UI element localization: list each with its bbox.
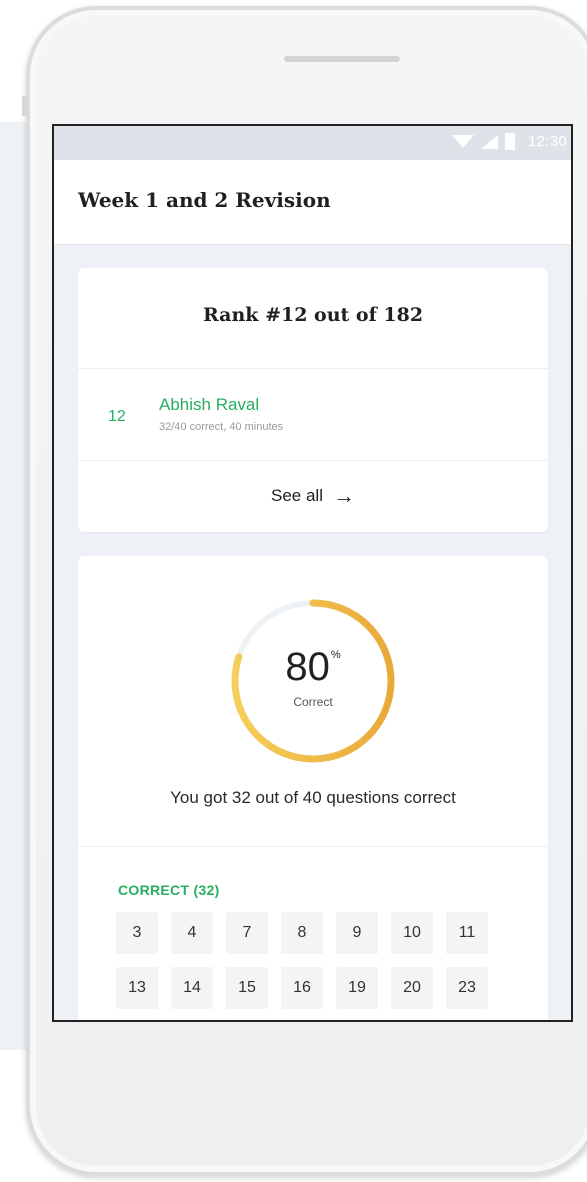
question-cell[interactable]: 14 [171,967,213,1009]
rank-card: Rank #12 out of 182 12 Abhish Raval 32/4… [78,268,548,532]
entry-name: Abhish Raval [159,395,260,414]
question-cell[interactable]: 23 [446,967,488,1009]
page-title: Week 1 and 2 Revision [78,188,331,212]
question-cell[interactable]: 13 [116,967,158,1009]
rank-title: Rank #12 out of 182 [202,304,424,326]
score-card: 80 % Correct You got 32 out of 40 questi… [78,556,548,1020]
speaker-grille [284,56,400,62]
percent-row: 80 % [285,647,340,687]
question-cell[interactable]: 15 [226,967,268,1009]
ring-center: 80 % Correct [228,596,398,766]
phone-side-button [22,96,27,116]
signal-icon [480,134,498,149]
battery-icon [504,133,515,150]
see-all-label: See all [271,486,323,505]
leaderboard-entry[interactable]: 12 Abhish Raval 32/40 correct, 40 minute… [78,368,548,460]
question-cell[interactable]: 8 [281,912,323,954]
question-cell[interactable]: 19 [336,967,378,1009]
correct-question-grid: 347891011131415161920232526272930 [116,912,496,1020]
arrow-right-icon: → [332,483,355,508]
question-cell[interactable]: 9 [336,912,378,954]
divider [78,846,548,847]
score-ring: 80 % Correct [228,596,398,766]
question-cell[interactable]: 16 [281,967,323,1009]
question-cell[interactable]: 3 [116,912,158,954]
question-cell[interactable]: 7 [226,912,268,954]
see-all-button[interactable]: See all → [78,460,548,532]
percent-sign: % [330,649,341,661]
entry-rank: 12 [108,408,126,425]
correct-heading: CORRECT (32) [118,882,220,898]
question-cell[interactable]: 10 [391,912,433,954]
percent-label: Correct [293,695,333,709]
question-cell[interactable]: 4 [171,912,213,954]
percent-value: 80 [285,645,330,689]
status-time: 12:30 [527,133,567,150]
question-cell[interactable]: 20 [391,967,433,1009]
score-summary: You got 32 out of 40 questions correct [170,788,456,807]
question-cell[interactable]: 11 [446,912,488,954]
phone-screen: 12:30 Week 1 and 2 Revision Rank #12 out… [52,124,573,1022]
wifi-icon [451,135,474,148]
status-bar: 12:30 [54,126,571,160]
app-header: Week 1 and 2 Revision [54,160,571,245]
entry-detail: 32/40 correct, 40 minutes [159,421,284,433]
status-icons: 12:30 [451,133,571,150]
